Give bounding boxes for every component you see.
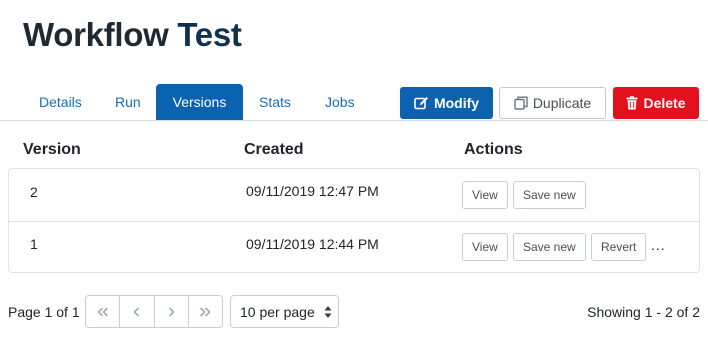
previous-page-button[interactable]: [120, 296, 155, 327]
page-title: Workflow Test: [23, 16, 242, 54]
duplicate-button[interactable]: Duplicate: [499, 87, 606, 119]
trash-icon: [626, 96, 638, 110]
tab-jobs[interactable]: Jobs: [310, 84, 370, 120]
copy-icon: [514, 96, 528, 110]
column-header-actions: Actions: [464, 141, 523, 158]
last-page-button[interactable]: [189, 296, 222, 327]
tab-label: Details: [39, 94, 82, 110]
pagination-controls: [85, 295, 223, 328]
select-caret-icon: [324, 305, 332, 322]
per-page-value: 10 per page: [240, 303, 315, 320]
tab-label: Stats: [259, 94, 291, 110]
save-new-button[interactable]: Save new: [513, 233, 586, 261]
tab-stats[interactable]: Stats: [244, 84, 306, 120]
version-number: 2: [30, 184, 38, 200]
page-info: Page 1 of 1: [8, 304, 80, 320]
chevron-right-icon: [168, 304, 175, 320]
modify-label: Modify: [433, 95, 480, 111]
edit-icon: [414, 96, 429, 110]
page-title-main: Workflow: [23, 16, 169, 53]
showing-count: Showing 1 - 2 of 2: [587, 304, 700, 320]
chevron-left-icon: [133, 304, 140, 320]
view-button[interactable]: View: [462, 181, 508, 209]
double-chevron-left-icon: [97, 304, 109, 320]
tab-details[interactable]: Details: [24, 84, 97, 120]
column-header-version: Version: [23, 141, 81, 158]
created-date: 09/11/2019 12:44 PM: [246, 236, 379, 252]
per-page-select[interactable]: 10 per page: [230, 295, 339, 328]
tab-label: Jobs: [325, 94, 355, 110]
row-divider: [9, 221, 699, 222]
tab-label: Versions: [172, 94, 227, 110]
more-actions-button[interactable]: ...: [651, 237, 666, 253]
save-new-button[interactable]: Save new: [513, 181, 586, 209]
tab-versions[interactable]: Versions: [156, 84, 243, 120]
tab-label: Run: [115, 94, 141, 110]
tab-run[interactable]: Run: [100, 84, 156, 120]
modify-button[interactable]: Modify: [400, 87, 493, 119]
created-date: 09/11/2019 12:47 PM: [246, 183, 379, 199]
tabs-divider: [0, 120, 708, 121]
page-title-accent: Test: [177, 16, 242, 53]
revert-button[interactable]: Revert: [591, 233, 647, 261]
first-page-button[interactable]: [86, 296, 121, 327]
delete-label: Delete: [643, 95, 686, 111]
view-button[interactable]: View: [462, 233, 508, 261]
delete-button[interactable]: Delete: [613, 87, 699, 119]
column-header-created: Created: [244, 141, 304, 158]
duplicate-label: Duplicate: [532, 95, 592, 111]
version-number: 1: [30, 236, 38, 252]
double-chevron-right-icon: [199, 304, 211, 320]
versions-table: 2 09/11/2019 12:47 PM View Save new 1 09…: [8, 168, 700, 273]
next-page-button[interactable]: [155, 296, 189, 327]
